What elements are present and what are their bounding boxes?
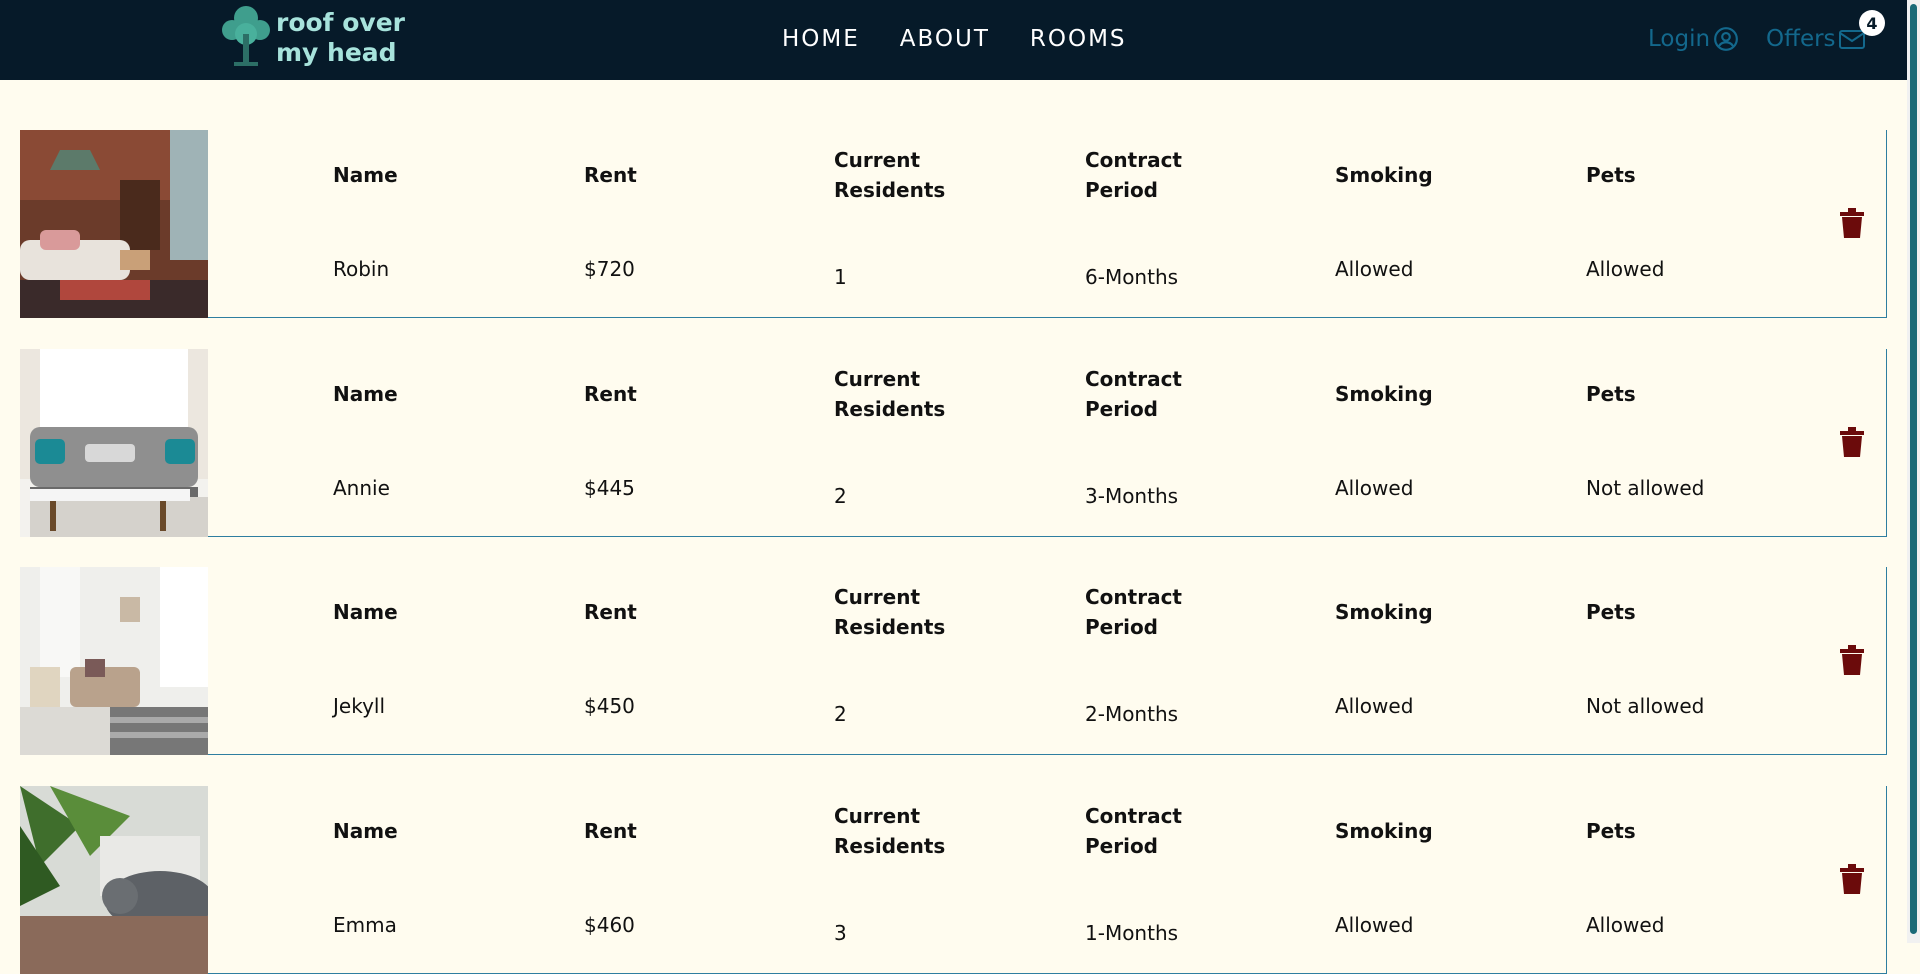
period-label-line-1: Contract [1085,367,1182,391]
smoking-label: Smoking [1335,163,1433,187]
smoking-value: Allowed [1335,257,1414,281]
name-label: Name [333,382,398,406]
pets-value: Not allowed [1586,476,1705,500]
room-listing: Name Rent Current Residents Contract Per… [20,567,1887,755]
trash-icon[interactable] [1840,645,1864,675]
nav-home-link[interactable]: HOME [782,26,860,52]
login-button[interactable]: Login [1648,26,1739,52]
residents-value: 1 [834,265,847,289]
name-label: Name [333,163,398,187]
tenant-name: Emma [333,913,397,937]
residents-label-line-1: Current [834,585,921,609]
trash-icon[interactable] [1840,427,1864,457]
period-label-line-1: Contract [1085,804,1182,828]
room-photo[interactable] [20,786,208,974]
period-label-line-2: Period [1085,615,1158,639]
period-label-line-2: Period [1085,834,1158,858]
top-navbar: roof over my head HOME ABOUT ROOMS Login… [0,0,1907,80]
trash-icon[interactable] [1840,208,1864,238]
period-label-line-1: Contract [1085,585,1182,609]
tenant-name: Jekyll [333,694,386,718]
period-label-line-1: Contract [1085,148,1182,172]
smoking-value: Allowed [1335,476,1414,500]
residents-value: 2 [834,484,847,508]
smoking-value: Allowed [1335,913,1414,937]
period-label: Contract Period [1085,145,1182,205]
residents-label-line-2: Residents [834,397,946,421]
residents-label-line-2: Residents [834,834,946,858]
white-bedroom-photo [20,567,208,755]
residents-label-line-1: Current [834,367,921,391]
period-value: 6-Months [1085,265,1179,289]
period-value: 1-Months [1085,921,1179,945]
name-label: Name [333,819,398,843]
nav-rooms-link[interactable]: ROOMS [1030,26,1127,52]
period-label: Contract Period [1085,364,1182,424]
scrollbar-thumb[interactable] [1910,4,1917,934]
period-label: Contract Period [1085,582,1182,642]
smoking-value: Allowed [1335,694,1414,718]
room-listing: Name Rent Current Residents Contract Per… [20,349,1887,537]
smoking-label: Smoking [1335,819,1433,843]
tenant-name: Robin [333,257,390,281]
tree-logo-icon [222,6,270,66]
residents-label-line-1: Current [834,804,921,828]
rent-value: $720 [584,257,635,281]
page-scrollbar[interactable] [1907,0,1920,943]
smoking-label: Smoking [1335,382,1433,406]
rent-label: Rent [584,163,637,187]
residents-label-line-2: Residents [834,178,946,202]
nav-about-link[interactable]: ABOUT [900,26,990,52]
period-label-line-2: Period [1085,397,1158,421]
smoking-label: Smoking [1335,600,1433,624]
loft-living-room-photo [20,130,208,318]
residents-label: Current Residents [834,145,945,205]
residents-value: 2 [834,702,847,726]
room-listing: Name Rent Current Residents Contract Per… [20,786,1887,974]
rent-value: $460 [584,913,635,937]
residents-label: Current Residents [834,582,945,642]
grey-sofa-photo [20,349,208,537]
room-photo[interactable] [20,130,208,318]
room-listing: Name Rent Current Residents Contract Per… [20,130,1887,318]
residents-label-line-2: Residents [834,615,946,639]
pets-label: Pets [1586,382,1636,406]
period-label-line-2: Period [1085,178,1158,202]
rent-label: Rent [584,600,637,624]
rent-value: $450 [584,694,635,718]
pets-label: Pets [1586,819,1636,843]
period-label: Contract Period [1085,801,1182,861]
residents-label: Current Residents [834,364,945,424]
residents-label: Current Residents [834,801,945,861]
logo-line-2: my head [276,38,397,67]
tenant-name: Annie [333,476,390,500]
residents-value: 3 [834,921,847,945]
trash-icon[interactable] [1840,864,1864,894]
rent-label: Rent [584,382,637,406]
cat-plant-photo [20,786,208,974]
pets-label: Pets [1586,163,1636,187]
residents-label-line-1: Current [834,148,921,172]
main-nav: HOME ABOUT ROOMS [782,26,1127,52]
rent-value: $445 [584,476,635,500]
period-value: 2-Months [1085,702,1179,726]
pets-label: Pets [1586,600,1636,624]
offers-count-badge: 4 [1859,10,1885,36]
pets-value: Allowed [1586,913,1665,937]
login-label: Login [1648,26,1711,52]
offers-label: Offers [1766,26,1836,52]
offers-button[interactable]: Offers [1766,26,1866,52]
name-label: Name [333,600,398,624]
rent-label: Rent [584,819,637,843]
user-circle-icon [1714,27,1738,51]
pets-value: Allowed [1586,257,1665,281]
logo[interactable]: roof over my head [220,4,430,72]
pets-value: Not allowed [1586,694,1705,718]
logo-text: roof over my head [276,8,405,68]
period-value: 3-Months [1085,484,1179,508]
room-photo[interactable] [20,349,208,537]
room-photo[interactable] [20,567,208,755]
logo-line-1: roof over [276,8,406,37]
